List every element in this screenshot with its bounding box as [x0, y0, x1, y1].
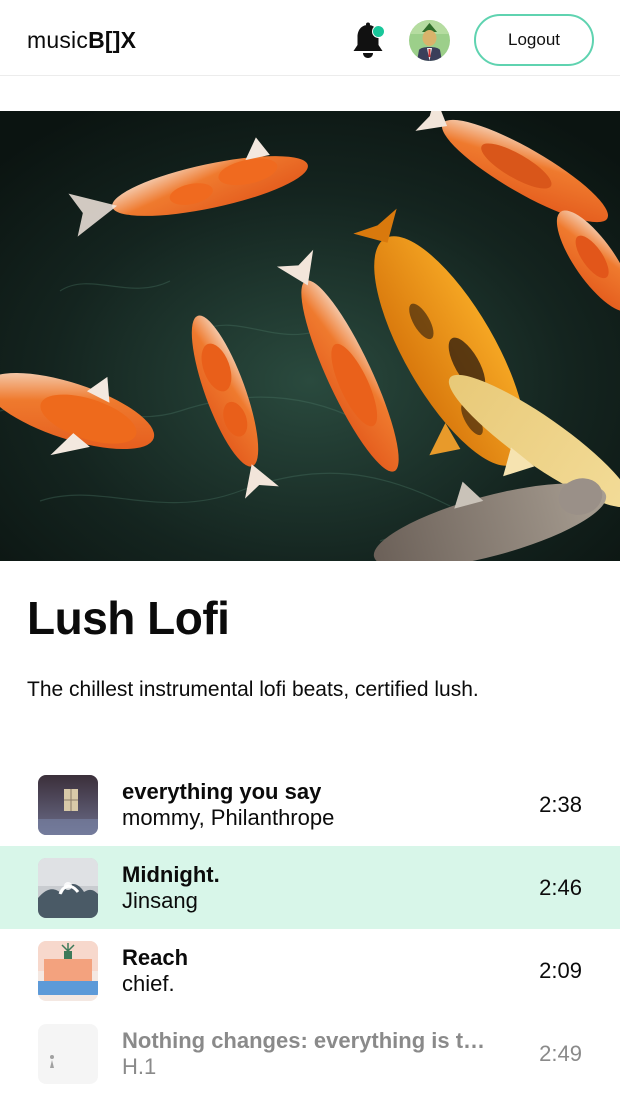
track-artwork — [38, 941, 98, 1001]
track-duration: 2:38 — [539, 792, 582, 817]
track-row[interactable]: Reach chief. 2:09 — [0, 929, 620, 1012]
top-bar: musicB[]X Logout — [0, 0, 620, 76]
logo-text-suffix: B[]X — [88, 27, 137, 53]
logo-text-prefix: music — [27, 27, 89, 53]
track-duration: 2:09 — [539, 958, 582, 983]
track-title: Reach — [122, 945, 189, 970]
track-artwork — [38, 1024, 98, 1084]
track-duration: 2:49 — [539, 1041, 582, 1066]
playlist-cover-image — [0, 111, 620, 561]
track-title: Midnight. — [122, 862, 220, 887]
track-title: Nothing changes: everything is the same — [122, 1028, 494, 1053]
notification-dot — [372, 25, 385, 38]
track-title: everything you say — [122, 779, 322, 804]
track-artist: Jinsang — [122, 888, 198, 913]
app-logo[interactable]: musicB[]X — [27, 26, 136, 54]
track-artwork — [38, 858, 98, 918]
track-artist: mommy, Philanthrope — [122, 805, 335, 830]
track-duration: 2:46 — [539, 875, 582, 900]
logout-button[interactable]: Logout — [474, 14, 594, 66]
track-artist: chief. — [122, 971, 175, 996]
track-row[interactable]: everything you say mommy, Philanthrope 2… — [0, 763, 620, 846]
track-artist: H.1 — [122, 1054, 157, 1079]
user-avatar[interactable] — [409, 20, 450, 61]
playlist-title: Lush Lofi — [27, 592, 230, 644]
track-row-active[interactable]: Midnight. Jinsang 2:46 — [0, 846, 620, 929]
track-row[interactable]: Nothing changes: everything is the same … — [0, 1012, 620, 1095]
track-artwork — [38, 775, 98, 835]
playlist-description: The chillest instrumental lofi beats, ce… — [27, 678, 479, 701]
